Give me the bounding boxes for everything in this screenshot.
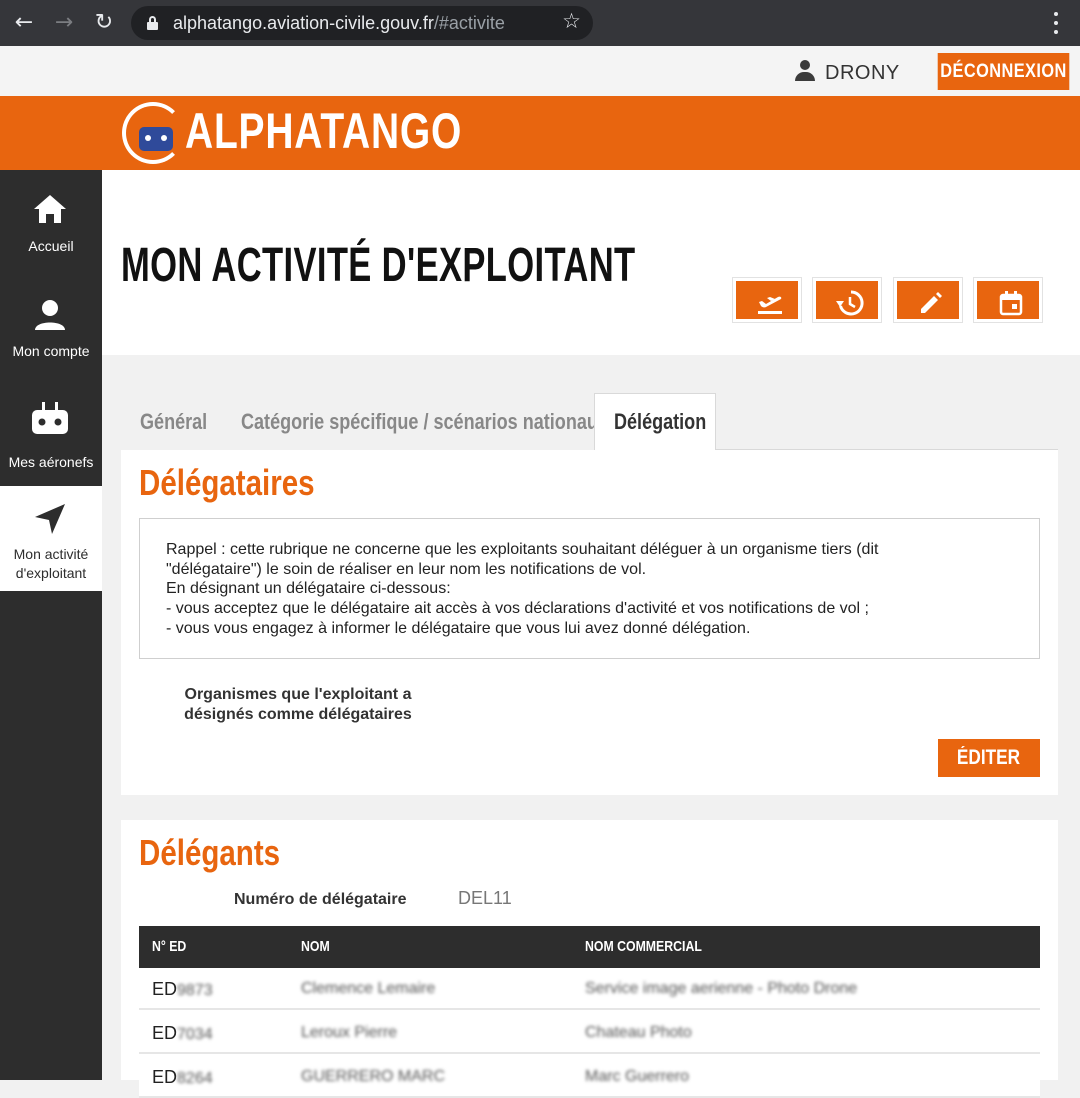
- user-bar: DRONY: [0, 46, 1080, 96]
- drone-logo-icon: [139, 127, 173, 151]
- delegants-title: Délégants: [139, 832, 281, 873]
- cell-nom: Clemence Lemaire: [301, 980, 436, 997]
- sidebar-item-label: Mes aéronefs: [8, 454, 94, 470]
- numero-delegataire-value: DEL11: [458, 888, 512, 908]
- url-text: alphatango.aviation-civile.gouv.fr/#acti…: [173, 13, 505, 33]
- notice-line: Rappel : cette rubrique ne concerne que …: [166, 541, 879, 558]
- calendar-icon: [999, 291, 1023, 316]
- calendar-button[interactable]: [974, 278, 1042, 322]
- sidebar-item-label: Accueil: [28, 238, 74, 254]
- lock-icon: [147, 16, 158, 30]
- sidebar-item-mon-activite[interactable]: Mon activité d'exploitant: [0, 486, 102, 591]
- table-row[interactable]: ED7034 Leroux Pierre Chateau Photo: [139, 1012, 1040, 1054]
- browser-toolbar: ← → ↻ alphatango.aviation-civile.gouv.fr…: [0, 0, 1080, 46]
- person-icon: [35, 300, 65, 330]
- tab-delegation-label[interactable]: Délégation: [614, 393, 706, 451]
- flight-takeoff-icon: [758, 296, 782, 314]
- column-header-nom-commercial: NOM COMMERCIAL: [585, 938, 702, 955]
- cell-ed: ED8264: [152, 1067, 213, 1087]
- page-title: MON ACTIVITÉ D'EXPLOITANT: [121, 239, 636, 292]
- bookmark-star-icon[interactable]: ☆: [562, 9, 581, 33]
- notice-line: - vous vous engagez à informer le déléga…: [166, 620, 751, 637]
- tab-general[interactable]: Général: [140, 393, 207, 451]
- cell-nom: Leroux Pierre: [301, 1024, 398, 1041]
- cell-nom: GUERRERO MARC: [301, 1068, 446, 1085]
- cell-nom-commercial: Marc Guerrero: [585, 1068, 690, 1085]
- logout-button[interactable]: DÉCONNEXION: [937, 53, 1070, 90]
- history-button[interactable]: [813, 278, 881, 322]
- delegation-notice: Rappel : cette rubrique ne concerne que …: [139, 518, 1040, 659]
- sidebar-item-label: d'exploitant: [15, 565, 87, 581]
- browser-menu-icon[interactable]: [1046, 10, 1066, 36]
- table-row[interactable]: ED8264 GUERRERO MARC Marc Guerrero: [139, 1056, 1040, 1098]
- address-bar[interactable]: alphatango.aviation-civile.gouv.fr/#acti…: [131, 6, 593, 40]
- sidebar-item-mes-aeronefs[interactable]: Mes aéronefs: [0, 380, 102, 485]
- column-header-nom: NOM: [301, 938, 330, 955]
- drone-icon: [32, 402, 68, 434]
- flight-declaration-button[interactable]: [733, 278, 801, 322]
- username: DRONY: [825, 62, 900, 84]
- reload-icon[interactable]: ↻: [90, 9, 118, 37]
- organismes-label: désignés comme délégataires: [184, 706, 412, 723]
- delegants-table-header: N° ED NOM NOM COMMERCIAL: [139, 926, 1040, 968]
- sidebar-item-mon-compte[interactable]: Mon compte: [0, 275, 102, 380]
- brand-logo-text[interactable]: ALPHATANGO: [185, 102, 462, 160]
- notice-line: En désignant un délégataire ci-dessous:: [166, 580, 451, 597]
- column-header-ed: N° ED: [152, 938, 187, 955]
- sidebar-item-accueil[interactable]: Accueil: [0, 170, 102, 275]
- editer-button[interactable]: ÉDITER: [938, 739, 1040, 777]
- organismes-label: Organismes que l'exploitant a: [184, 686, 412, 703]
- numero-delegataire-label: Numéro de délégataire: [234, 891, 407, 908]
- cell-nom-commercial: Chateau Photo: [585, 1024, 692, 1041]
- forward-arrow-icon[interactable]: →: [50, 9, 78, 37]
- home-icon: [34, 195, 66, 223]
- table-row[interactable]: ED9873 Clemence Lemaire Service image ae…: [139, 968, 1040, 1010]
- sidebar-item-label: Mon activité: [13, 546, 89, 562]
- cell-ed: ED7034: [152, 1023, 213, 1043]
- user-icon: [794, 60, 816, 82]
- back-arrow-icon[interactable]: ←: [10, 9, 38, 37]
- tab-categorie-specifique[interactable]: Catégorie spécifique / scénarios nationa…: [241, 393, 608, 451]
- cell-ed: ED9873: [152, 979, 213, 999]
- cell-nom-commercial: Service image aerienne - Photo Drone: [585, 980, 858, 997]
- notice-line: - vous acceptez que le délégataire ait a…: [166, 600, 869, 617]
- sidebar-item-label: Mon compte: [12, 343, 90, 359]
- edit-pencil-icon: [921, 292, 942, 313]
- edit-button[interactable]: [894, 278, 962, 322]
- navigation-arrow-icon: [35, 504, 65, 534]
- delegataires-title: Délégataires: [139, 462, 315, 503]
- notice-line: "délégataire") le soin de réaliser en le…: [166, 561, 647, 578]
- history-icon: [836, 290, 864, 316]
